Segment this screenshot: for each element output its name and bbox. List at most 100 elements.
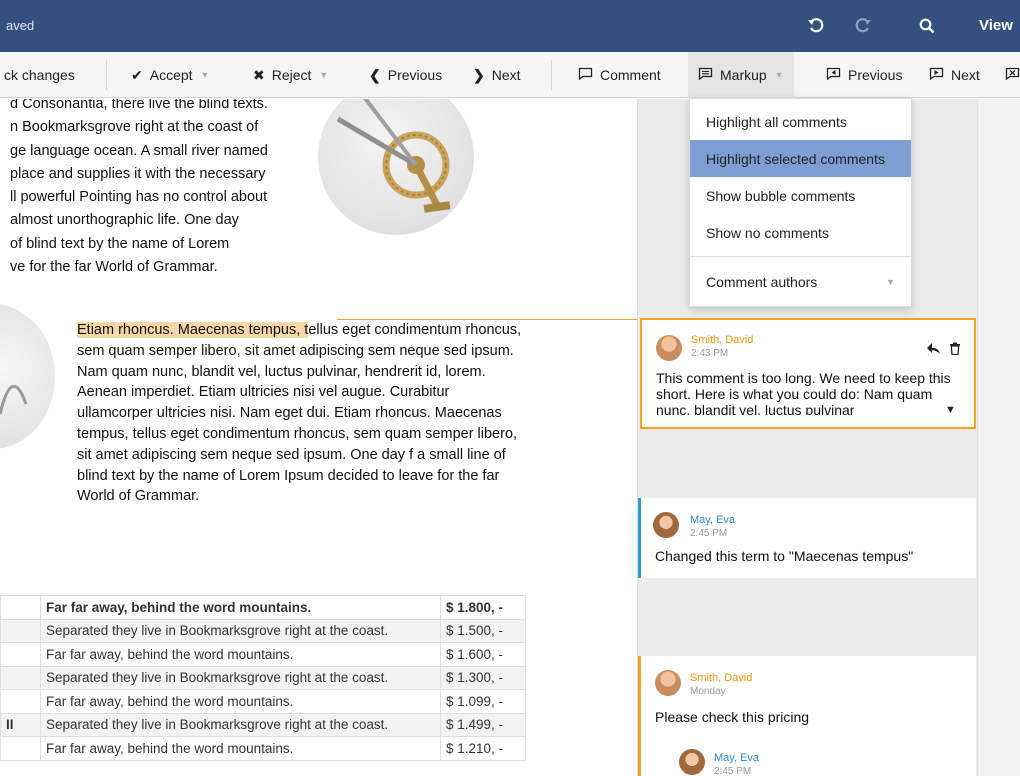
save-status: aved [6, 18, 35, 33]
table-cell: Far far away, behind the word mountains. [40, 736, 441, 761]
markup-button[interactable]: Markup ▼ [688, 52, 794, 98]
comment-card[interactable]: Smith, David Monday Please check this pr… [638, 656, 976, 776]
next-label: Next [491, 67, 521, 83]
paragraph-text: ellus eget condimentum rhoncus, sem quam… [77, 322, 522, 505]
menu-item-show-none[interactable]: Show no comments [690, 214, 911, 251]
text-line: place and supplies it with the necessary [10, 165, 266, 182]
toolbar-divider [106, 60, 107, 90]
comment-author: Smith, David [691, 334, 754, 346]
text-line: ll powerful Pointing has no control abou… [10, 189, 268, 206]
comment-text: Please check this pricing [655, 709, 810, 725]
table-row: Far far away, behind the word mountains.… [0, 595, 526, 620]
markup-label: Markup [720, 67, 767, 83]
reject-label: Reject [271, 67, 312, 83]
avatar [656, 335, 682, 361]
comment-author: Smith, David [690, 672, 753, 684]
document-page[interactable]: d Consonantia, there live the blind text… [0, 99, 637, 776]
table-cell: $ 1.800, - [440, 595, 526, 620]
comment-text: Changed this term to "Maecenas tempus" [655, 548, 914, 564]
text-line: d Consonantia, there live the blind text… [10, 99, 268, 112]
comment-time: 2:45 PM [690, 528, 728, 539]
comment-time: 2:43 PM [691, 348, 729, 359]
track-changes-button[interactable]: ck changes [4, 52, 75, 98]
comment-card[interactable]: May, Eva 2:45 PM Changed this term to "M… [638, 498, 976, 578]
bicycle-image [0, 304, 55, 449]
markup-dropdown-menu: Highlight all comments Highlight selecte… [689, 98, 912, 307]
table-row: Far far away, behind the word mountains.… [0, 689, 526, 714]
table-row: Separated they live in Bookmarksgrove ri… [0, 665, 526, 690]
table-row: II Separated they live in Bookmarksgrove … [0, 712, 526, 737]
chevron-down-icon: ▼ [774, 70, 784, 80]
bicycle-gear-image [318, 99, 474, 235]
previous-comment-button[interactable]: Previous [826, 52, 902, 98]
view-menu[interactable]: View [979, 17, 1013, 34]
previous-comment-icon [826, 67, 841, 83]
avatar [679, 749, 705, 775]
table-cell [0, 689, 41, 714]
delete-comment-button[interactable] [1005, 52, 1020, 98]
table-row: Far far away, behind the word mountains.… [0, 736, 526, 761]
comments-scrollbar[interactable] [977, 99, 1020, 776]
comment-time: Monday [690, 686, 726, 697]
text-line: of blind text by the name of Lorem [10, 235, 230, 252]
text-line: ge language ocean. A small river named [10, 142, 268, 159]
comment-button[interactable]: Comment [578, 52, 661, 98]
table-cell: $ 1.499, - [440, 712, 526, 737]
comment-icon [578, 67, 593, 83]
menu-divider [690, 256, 911, 257]
table-row: Separated they live in Bookmarksgrove ri… [0, 618, 526, 643]
reject-button[interactable]: ✖ Reject ▼ [253, 52, 328, 98]
previous-change-button[interactable]: ❮ Previous [369, 52, 442, 98]
track-changes-label: ck changes [4, 67, 75, 83]
reply-icon[interactable] [926, 342, 941, 359]
chevron-down-icon[interactable]: ▼ [201, 70, 210, 80]
avatar [655, 670, 681, 696]
title-bar: aved View [0, 0, 1020, 52]
toolbar-divider [551, 60, 552, 90]
checkmark-icon: ✔ [131, 66, 143, 83]
table-cell: $ 1.300, - [440, 665, 526, 690]
accept-button[interactable]: ✔ Accept ▼ [131, 52, 209, 98]
menu-item-comment-authors[interactable]: Comment authors ▼ [690, 263, 911, 300]
pricing-table: Far far away, behind the word mountains.… [0, 595, 526, 761]
comment-authors-label: Comment authors [706, 273, 818, 290]
menu-item-show-bubble[interactable]: Show bubble comments [690, 177, 911, 214]
table-cell: $ 1.600, - [440, 642, 526, 667]
table-cell: Far far away, behind the word mountains. [40, 689, 441, 714]
next-comment-label: Next [951, 67, 980, 83]
avatar [653, 512, 679, 538]
comment-text: This comment is too long. We need to kee… [656, 370, 956, 415]
reply-time: 2:45 PM [714, 766, 752, 776]
markup-icon [698, 67, 713, 83]
highlighted-comment-text[interactable]: Etiam rhoncus. Maecenas tempus, t [77, 322, 309, 338]
table-cell: $ 1.210, - [440, 736, 526, 761]
menu-item-highlight-all[interactable]: Highlight all comments [690, 103, 911, 140]
menu-item-highlight-selected[interactable]: Highlight selected comments [690, 140, 911, 177]
chevron-down-icon[interactable]: ▼ [319, 70, 328, 80]
table-cell [0, 736, 41, 761]
paragraph-top: d Consonantia, there live the blind text… [10, 99, 310, 279]
table-cell [0, 642, 41, 667]
paragraph-commented: Etiam rhoncus. Maecenas tempus, tellus e… [77, 320, 527, 507]
table-cell: $ 1.099, - [440, 689, 526, 714]
toolbar: ck changes ✔ Accept ▼ ✖ Reject ▼ ❮ Previ… [0, 52, 1020, 98]
reply-author: May, Eva [714, 752, 760, 764]
previous-label: Previous [387, 67, 443, 83]
next-comment-icon [929, 67, 944, 83]
table-cell: II [0, 712, 41, 737]
next-change-button[interactable]: ❯ Next [473, 52, 521, 98]
table-cell: Separated they live in Bookmarksgrove ri… [40, 712, 441, 737]
table-cell: Far far away, behind the word mountains. [40, 642, 441, 667]
text-line: n Bookmarksgrove right at the coast of [10, 119, 259, 136]
undo-icon[interactable] [804, 14, 828, 38]
next-comment-button[interactable]: Next [929, 52, 980, 98]
comment-card[interactable]: Smith, David 2:43 PM This comment is too… [640, 318, 976, 429]
search-icon[interactable] [915, 14, 939, 38]
comment-delete-icon [1005, 67, 1020, 83]
text-line: almost unorthographic life. One day [10, 212, 239, 229]
redo-icon[interactable] [851, 14, 875, 38]
caret-down-icon[interactable]: ▼ [945, 404, 956, 416]
table-cell: $ 1.500, - [440, 618, 526, 643]
table-cell [0, 618, 41, 643]
trash-icon[interactable] [949, 342, 961, 359]
